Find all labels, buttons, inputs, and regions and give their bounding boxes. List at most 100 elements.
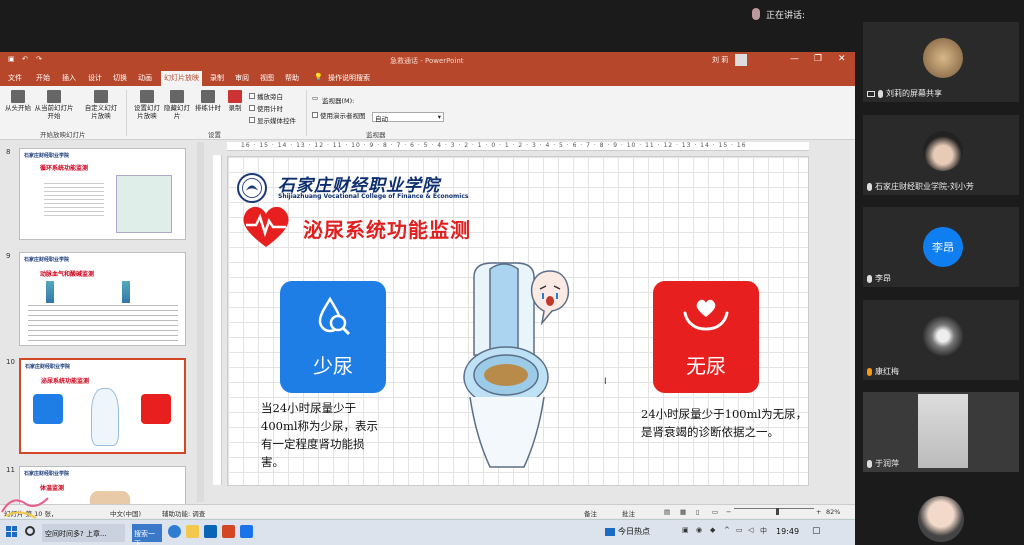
participant-tile[interactable]: 康红梅 bbox=[863, 300, 1019, 380]
tab-home[interactable]: 开始 bbox=[36, 73, 50, 83]
slide-title: 泌尿系统功能监测 bbox=[303, 218, 471, 242]
thumb-blue-card bbox=[33, 394, 63, 424]
notes-button[interactable]: 备注 bbox=[584, 508, 597, 518]
participant-name-row: 李昂 bbox=[867, 273, 891, 284]
tab-transitions[interactable]: 切换 bbox=[113, 73, 127, 83]
thumb-title: 动脉血气和酸碱监测 bbox=[40, 271, 95, 278]
store-icon[interactable] bbox=[204, 525, 217, 538]
participant-tile[interactable]: 石家庄财经职业学院-刘小芳 bbox=[863, 115, 1019, 195]
monitor-select[interactable]: 自动 ▾ bbox=[372, 112, 444, 123]
volume-icon[interactable]: ◁ bbox=[748, 526, 753, 534]
checkbox-icon bbox=[249, 105, 255, 111]
save-icon[interactable]: ▣ bbox=[8, 55, 15, 63]
tab-design[interactable]: 设计 bbox=[88, 73, 102, 83]
normal-view-icon[interactable]: ▤ bbox=[664, 508, 670, 516]
dna-icon bbox=[122, 281, 130, 303]
edge-icon[interactable] bbox=[168, 525, 181, 538]
slideshow-start-icon bbox=[11, 90, 25, 103]
tab-help[interactable]: 帮助 bbox=[285, 73, 299, 83]
slideshow-view-icon[interactable]: ▭ bbox=[712, 508, 718, 516]
stopwatch-icon bbox=[201, 90, 215, 103]
participant-tile[interactable]: 刘莉的屏幕共享 bbox=[863, 22, 1019, 102]
undo-icon[interactable]: ↶ bbox=[22, 55, 28, 63]
record-icon bbox=[228, 90, 242, 103]
thumbnail-scrollbar[interactable] bbox=[197, 142, 204, 502]
checkbox-icon bbox=[249, 93, 255, 99]
tray-app-icon[interactable]: ▣ bbox=[682, 526, 689, 534]
comments-button[interactable]: 批注 bbox=[622, 508, 635, 518]
powerpoint-icon[interactable] bbox=[222, 525, 235, 538]
meeting-app-icon[interactable] bbox=[240, 525, 253, 538]
windows-start-icon[interactable] bbox=[6, 526, 18, 538]
hide-slide-button[interactable]: 隐藏幻灯片 bbox=[164, 90, 190, 120]
record-button[interactable]: 录制 bbox=[224, 90, 246, 112]
school-name-en: Shijiazhuang Vocational College of Finan… bbox=[278, 193, 469, 200]
participant-name-row: 刘莉的屏幕共享 bbox=[867, 88, 942, 99]
tab-file[interactable]: 文件 bbox=[8, 73, 22, 83]
taskbar-clock[interactable]: 19:49 bbox=[776, 527, 799, 536]
tab-record[interactable]: 录制 bbox=[210, 73, 224, 83]
participant-photo[interactable] bbox=[918, 496, 964, 542]
thumb-number: 8 bbox=[6, 148, 11, 156]
minimize-button[interactable]: — bbox=[790, 54, 799, 64]
participant-tile[interactable]: 于润萍 bbox=[863, 392, 1019, 472]
thumb-title: 泌尿系统功能监测 bbox=[41, 378, 90, 385]
news-widget[interactable]: 今日热点 bbox=[605, 526, 650, 537]
slide-thumbnail-8[interactable]: 石家庄财经职业学院 循环系统功能监测 bbox=[19, 148, 186, 240]
media-controls-checkbox[interactable]: 显示媒体控件 bbox=[249, 115, 296, 125]
tray-app-icon[interactable]: ◆ bbox=[710, 526, 715, 534]
search-icon[interactable] bbox=[25, 526, 35, 536]
tab-insert[interactable]: 插入 bbox=[62, 73, 76, 83]
group-setup-label: 设置 bbox=[208, 131, 221, 139]
maximize-button[interactable]: ❐ bbox=[814, 54, 822, 64]
presenter-view-checkbox[interactable]: 使用演示者视图 bbox=[312, 110, 366, 120]
participant-panel: 刘莉的屏幕共享 石家庄财经职业学院-刘小芳 李昂 李昂 康红梅 于润萍 bbox=[858, 0, 1024, 545]
zoom-slider[interactable] bbox=[734, 508, 814, 509]
ime-icon[interactable]: 中 bbox=[760, 526, 767, 536]
tab-review[interactable]: 审阅 bbox=[235, 73, 249, 83]
system-tray[interactable]: ▣ ◉ ◆ ^ ▭ ◁ 中 bbox=[682, 526, 772, 540]
taskbar-app-browser[interactable]: 空间时间多? 上章... bbox=[42, 524, 125, 542]
redo-icon[interactable]: ↷ bbox=[36, 55, 42, 63]
ppt-title-bar: ▣ ↶ ↷ 急救通话 - PowerPoint 刘 莉 — ❐ ✕ bbox=[0, 52, 855, 70]
language-status[interactable]: 中文(中国) bbox=[110, 508, 141, 518]
status-bar: 幻灯片 第 10 张， 中文(中国) 辅助功能: 调查 备注 批注 ▤ ▦ ▯ … bbox=[0, 504, 855, 518]
folder-icon[interactable] bbox=[186, 525, 199, 538]
text-cursor-icon: I bbox=[604, 377, 607, 387]
slide-thumbnail-10[interactable]: 石家庄财经职业学院 泌尿系统功能监测 bbox=[19, 358, 186, 454]
tab-slideshow[interactable]: 幻灯片放映 bbox=[161, 71, 202, 86]
thumb-image bbox=[116, 175, 172, 233]
network-icon[interactable]: ▭ bbox=[736, 526, 743, 534]
sorter-view-icon[interactable]: ▦ bbox=[680, 508, 686, 516]
tab-view[interactable]: 视图 bbox=[260, 73, 274, 83]
from-start-button[interactable]: 从头开始 bbox=[4, 90, 32, 112]
notification-icon[interactable]: ▢ bbox=[812, 526, 821, 536]
custom-slideshow-button[interactable]: 自定义幻灯片放映 bbox=[84, 90, 118, 120]
slideshow-current-icon bbox=[47, 90, 61, 103]
reading-view-icon[interactable]: ▯ bbox=[696, 508, 700, 516]
from-current-button[interactable]: 从当前幻灯片开始 bbox=[32, 90, 76, 120]
taskbar-search-button[interactable]: 搜索一下 bbox=[132, 524, 162, 545]
accessibility-status[interactable]: 辅助功能: 调查 bbox=[162, 508, 205, 518]
mic-icon bbox=[867, 367, 872, 376]
zoom-out-icon[interactable]: − bbox=[726, 508, 731, 516]
close-button[interactable]: ✕ bbox=[838, 54, 846, 64]
participant-tile[interactable]: 李昂 李昂 bbox=[863, 207, 1019, 287]
zoom-in-icon[interactable]: + bbox=[816, 508, 821, 516]
slide-canvas[interactable]: 石家庄财经职业学院 Shijiazhuang Vocational Colleg… bbox=[227, 156, 809, 486]
setup-slideshow-button[interactable]: 设置幻灯片放映 bbox=[132, 90, 162, 120]
rehearse-timings-button[interactable]: 排练计时 bbox=[194, 90, 222, 112]
tab-animations[interactable]: 动画 bbox=[138, 73, 152, 83]
speaking-indicator: 正在讲话: bbox=[752, 6, 805, 22]
timings-checkbox[interactable]: 使用计时 bbox=[249, 103, 283, 113]
narration-checkbox[interactable]: 播放旁白 bbox=[249, 91, 283, 101]
zoom-level[interactable]: 82% bbox=[826, 508, 840, 516]
thumb-header: 石家庄财经职业学院 bbox=[24, 257, 70, 263]
tray-chevron-icon[interactable]: ^ bbox=[724, 526, 730, 534]
slide-thumbnail-9[interactable]: 石家庄财经职业学院 动脉血气和酸碱监测 bbox=[19, 252, 186, 346]
user-avatar[interactable] bbox=[735, 54, 747, 66]
tell-me-search[interactable]: 操作说明搜索 bbox=[328, 73, 370, 83]
zoom-slider-thumb[interactable] bbox=[776, 508, 779, 515]
tray-app-icon[interactable]: ◉ bbox=[696, 526, 702, 534]
mic-icon bbox=[867, 182, 872, 191]
